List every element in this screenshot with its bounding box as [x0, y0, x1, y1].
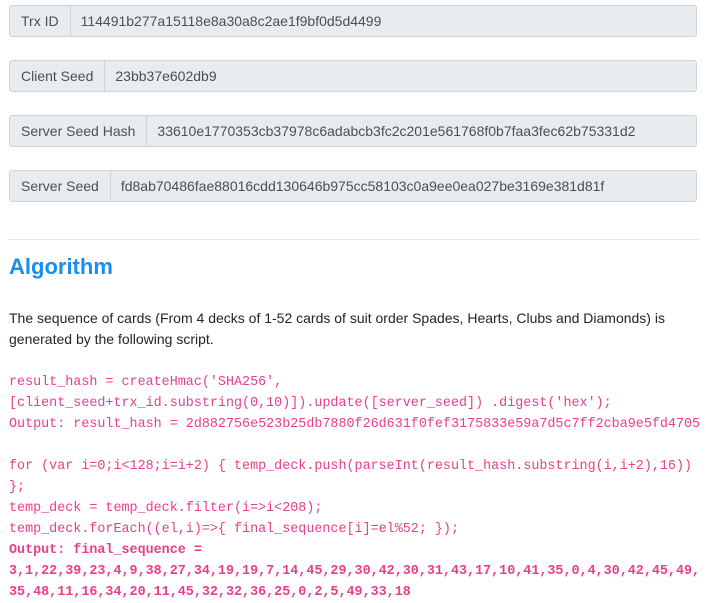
client-seed-label: Client Seed: [10, 61, 106, 91]
server-seed-label: Server Seed: [10, 171, 111, 201]
output-sequence-line-1: 3,1,22,39,23,4,9,38,27,34,19,19,7,14,45,…: [9, 564, 701, 579]
server-seed-field: Server Seed fd8ab70486fae88016cdd130646b…: [9, 170, 697, 202]
server-seed-hash-label: Server Seed Hash: [10, 116, 148, 146]
server-seed-value[interactable]: fd8ab70486fae88016cdd130646b975cc58103c0…: [111, 171, 696, 201]
output-label: Output: final_sequence =: [9, 543, 202, 558]
deck-code-block: for (var i=0;i<128;i=i+2) { temp_deck.pu…: [9, 459, 693, 537]
hash-code-block: result_hash = createHmac('SHA256', [clie…: [9, 375, 701, 432]
algorithm-title: Algorithm: [9, 254, 113, 279]
server-seed-hash-value[interactable]: 33610e1770353cb37978c6adabcb3fc2c201e561…: [147, 116, 696, 146]
client-seed-value[interactable]: 23bb37e602db9: [105, 61, 696, 91]
trx-id-value[interactable]: 114491b277a15118e8a30a8c2ae1f9bf0d5d4499: [71, 6, 696, 36]
trx-id-label: Trx ID: [10, 6, 71, 36]
client-seed-field: Client Seed 23bb37e602db9: [9, 60, 697, 92]
algorithm-description: The sequence of cards (From 4 decks of 1…: [9, 310, 665, 347]
trx-id-field: Trx ID 114491b277a15118e8a30a8c2ae1f9bf0…: [9, 5, 697, 37]
server-seed-hash-field: Server Seed Hash 33610e1770353cb37978c6a…: [9, 115, 697, 147]
output-sequence-line-2: 35,48,11,16,34,20,11,45,32,32,36,25,0,2,…: [9, 585, 411, 600]
section-divider: [9, 239, 699, 240]
